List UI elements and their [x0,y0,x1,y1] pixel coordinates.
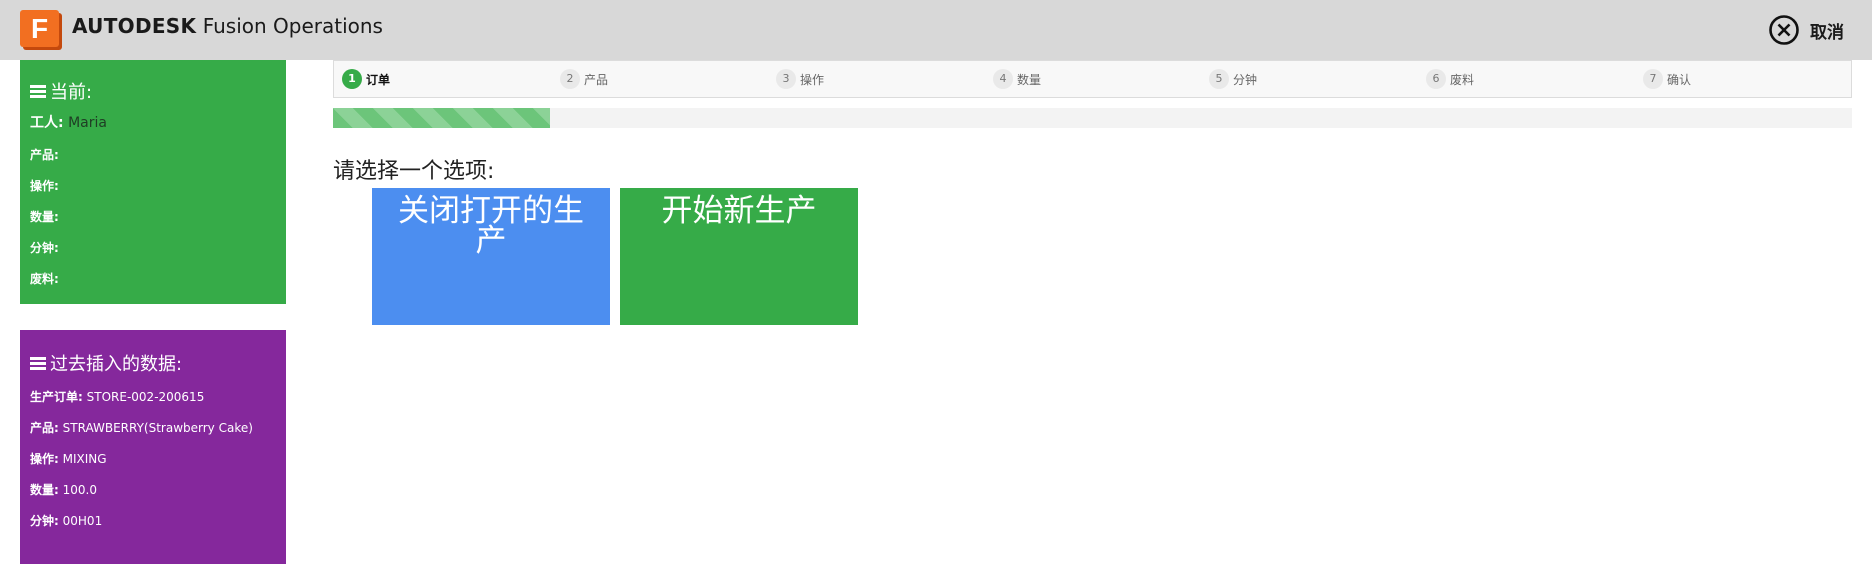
field-label: 数量: [30,483,59,497]
past-field-operation: 操作: MIXING [30,450,286,467]
current-field-operation: 操作: [30,177,286,194]
step-number: 5 [1209,69,1229,89]
field-label: 操作: [30,452,59,466]
wizard-steps: 1 订单 2 产品 3 操作 4 数量 5 分钟 6 废料 7 确认 [333,60,1852,98]
step-confirm[interactable]: 7 确认 [1643,61,1691,97]
cancel-button[interactable]: 取消 [1768,14,1844,46]
step-minutes[interactable]: 5 分钟 [1209,61,1257,97]
field-value: MIXING [62,452,107,466]
cancel-label: 取消 [1810,22,1844,43]
close-circle-icon [1769,15,1799,45]
step-label: 操作 [800,72,825,87]
brand-product: Fusion Operations [202,14,383,38]
step-scrap[interactable]: 6 废料 [1426,61,1474,97]
progress-fill [333,108,551,128]
step-operation[interactable]: 3 操作 [776,61,824,97]
worker-label: 工人: [30,115,64,131]
field-value: STRAWBERRY(Strawberry Cake) [62,421,253,435]
step-number: 2 [560,69,580,89]
menu-icon [30,84,46,98]
current-field-minutes: 分钟: [30,239,286,256]
past-data-panel: 过去插入的数据: 生产订单: STORE-002-200615 产品: STRA… [20,330,286,564]
menu-icon [30,356,46,370]
top-header-bar: F AUTODESK Fusion Operations 取消 [0,0,1872,60]
logo-letter: F [20,10,59,47]
step-label: 订单 [366,72,391,87]
field-label: 操作: [30,179,59,193]
step-quantity[interactable]: 4 数量 [993,61,1041,97]
step-label: 废料 [1450,72,1475,87]
step-order[interactable]: 1 订单 [342,61,390,97]
brand-bold: AUTODESK [72,14,197,38]
worker-value: Maria [68,115,107,131]
field-value: 100.0 [62,483,97,497]
progress-bar [333,108,1852,128]
app-title: AUTODESK Fusion Operations [72,14,383,38]
step-number: 4 [993,69,1013,89]
field-label: 废料: [30,272,59,286]
field-label: 生产订单: [30,390,83,404]
past-field-product: 产品: STRAWBERRY(Strawberry Cake) [30,419,286,436]
current-title-text: 当前: [50,82,93,103]
step-product[interactable]: 2 产品 [560,61,608,97]
page-prompt: 请选择一个选项: [333,159,495,184]
field-value: 00H01 [62,514,103,528]
past-panel-title: 过去插入的数据: [30,350,286,376]
step-number: 7 [1643,69,1663,89]
start-new-production-button[interactable]: 开始新生产 [620,188,858,325]
field-label: 分钟: [30,241,59,255]
current-panel-title: 当前: [30,78,286,104]
step-number: 3 [776,69,796,89]
field-label: 分钟: [30,514,59,528]
current-field-product: 产品: [30,146,286,163]
past-title-text: 过去插入的数据: [50,354,183,375]
current-field-scrap: 废料: [30,270,286,287]
field-label: 产品: [30,421,59,435]
step-label: 分钟 [1233,72,1258,87]
field-label: 产品: [30,148,59,162]
field-value: STORE-002-200615 [86,390,205,404]
step-number: 1 [342,69,362,89]
fusion-logo-icon: F [20,10,62,50]
current-info-panel: 当前: 工人: Maria 产品: 操作: 数量: 分钟: 废料: [20,60,286,304]
past-field-quantity: 数量: 100.0 [30,481,286,498]
past-field-order: 生产订单: STORE-002-200615 [30,388,286,405]
step-label: 产品 [584,72,609,87]
close-open-production-button[interactable]: 关闭打开的生产 [372,188,610,325]
current-field-quantity: 数量: [30,208,286,225]
step-label: 数量 [1017,72,1042,87]
step-number: 6 [1426,69,1446,89]
past-field-minutes: 分钟: 00H01 [30,512,286,529]
worker-line: 工人: Maria [30,112,286,132]
field-label: 数量: [30,210,59,224]
step-label: 确认 [1667,72,1692,87]
